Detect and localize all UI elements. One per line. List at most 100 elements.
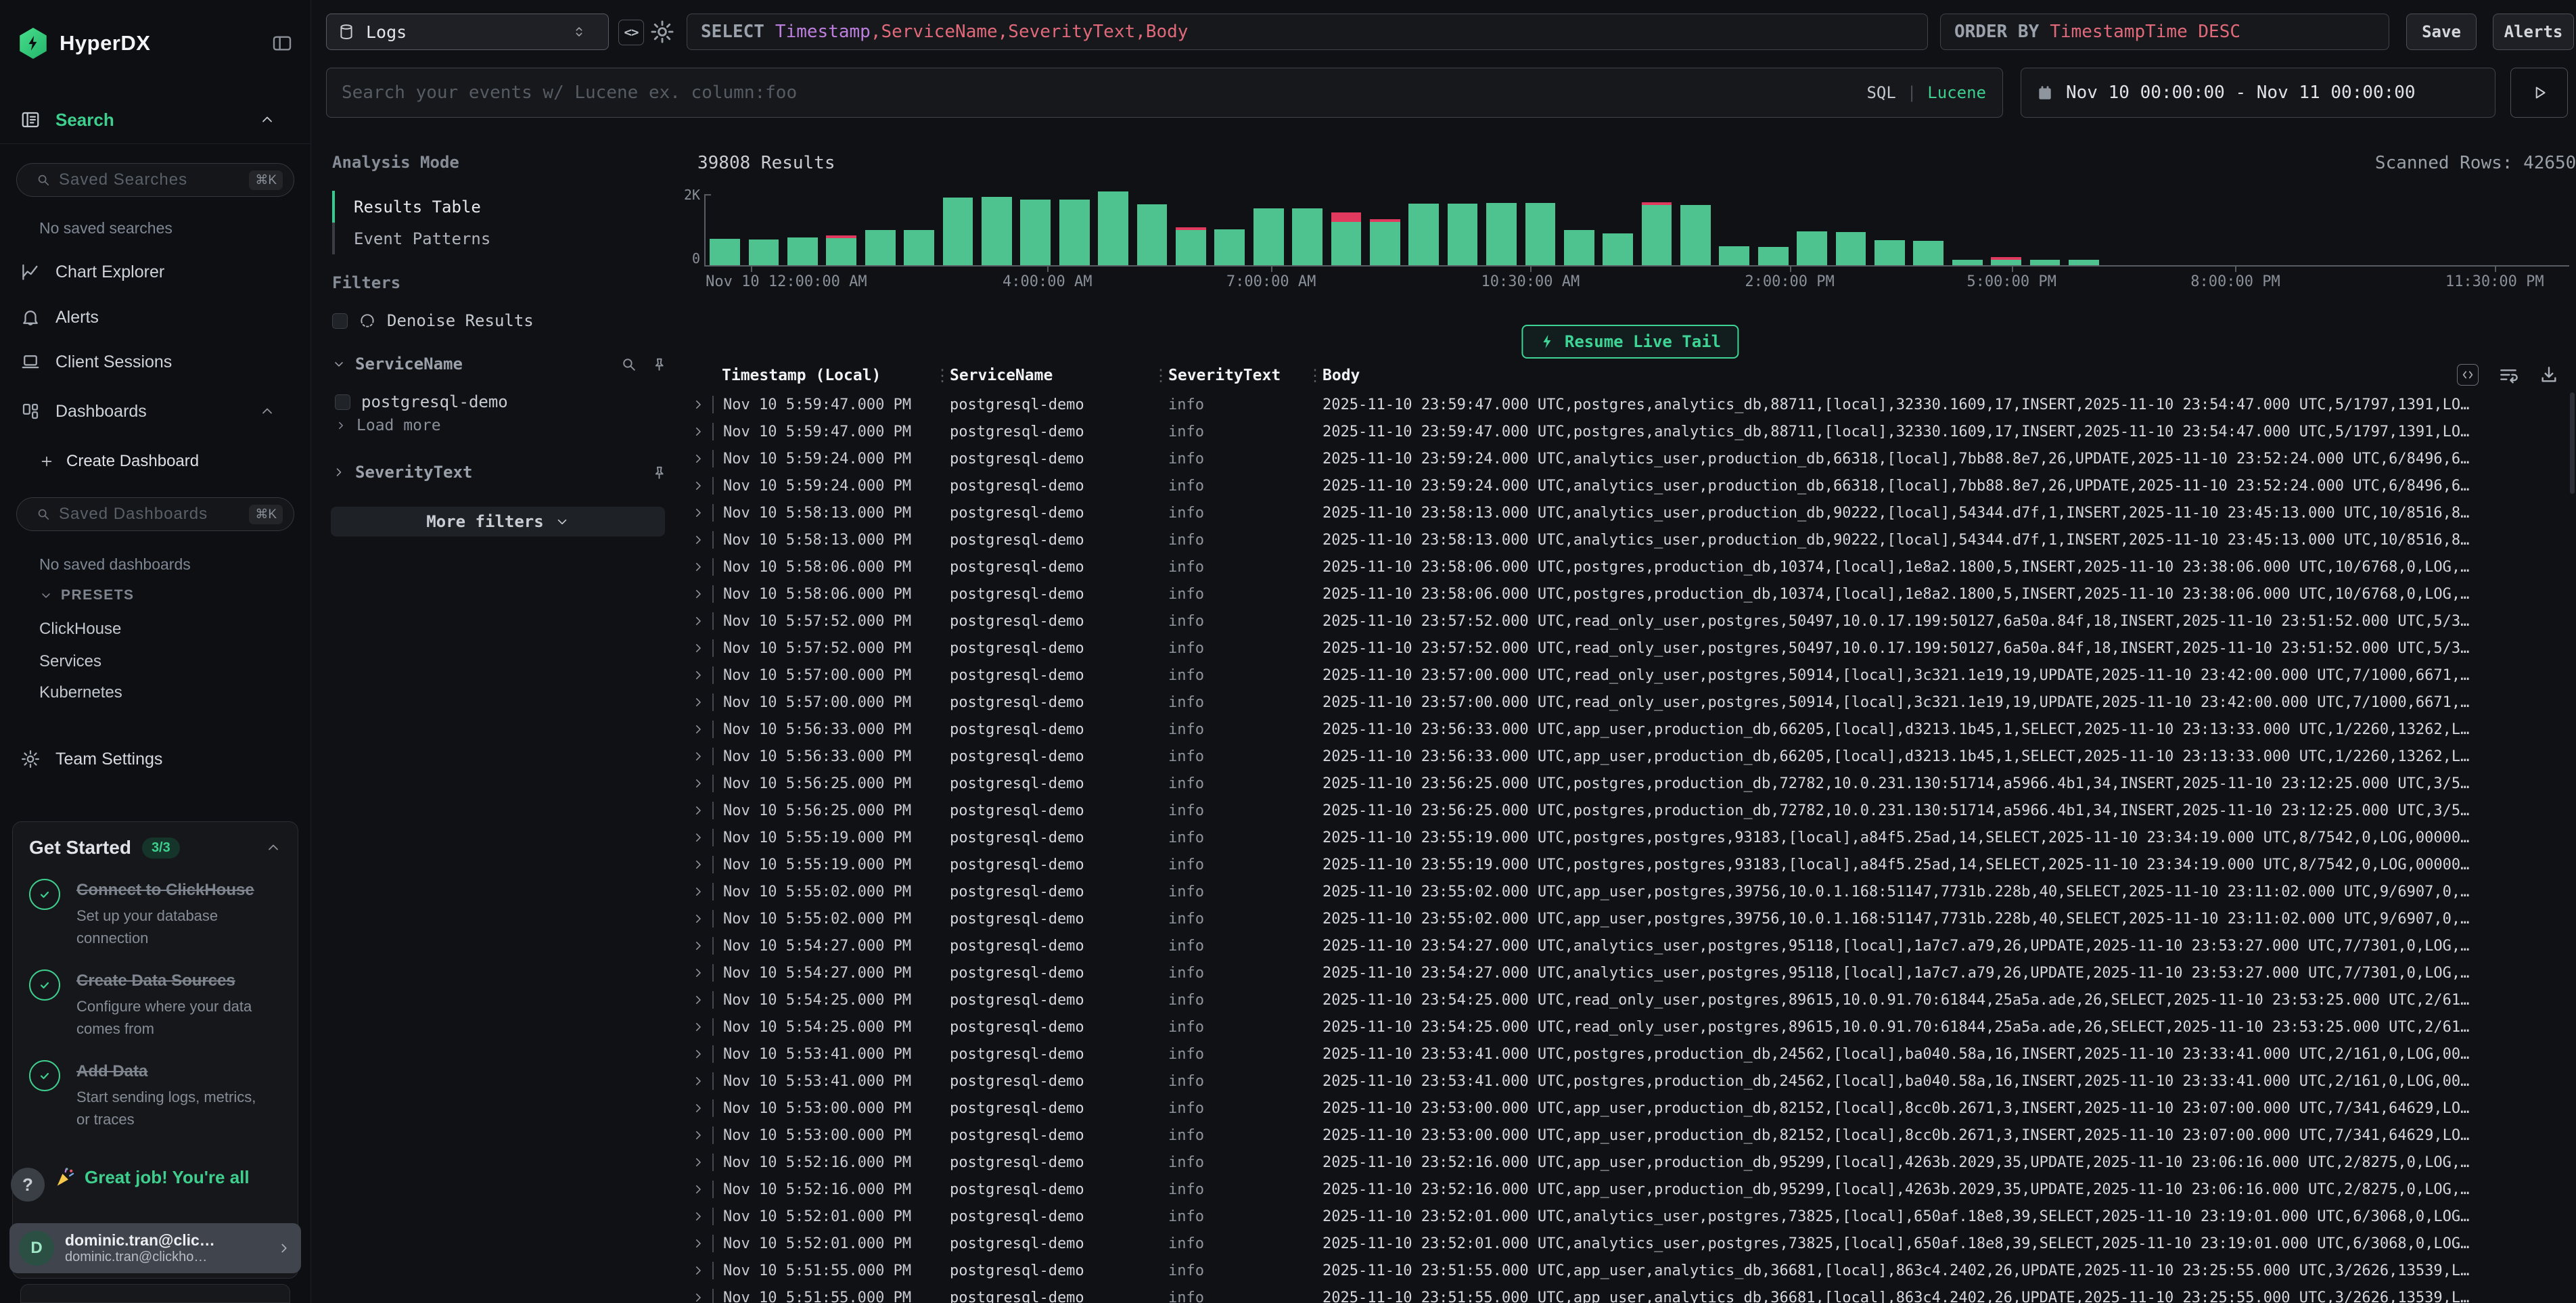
row-expand-icon[interactable] xyxy=(692,507,710,519)
histogram-bar[interactable] xyxy=(2220,176,2258,265)
filter-group-servicename[interactable]: ServiceName xyxy=(332,352,668,376)
table-row[interactable]: Nov 10 5:56:25.000 PMpostgresql-demoinfo… xyxy=(684,770,2576,797)
histogram-bar[interactable] xyxy=(706,176,744,265)
gear-icon[interactable] xyxy=(649,19,675,45)
pin-icon[interactable] xyxy=(651,356,668,373)
histogram-bar[interactable] xyxy=(1288,176,1327,265)
create-dashboard-button[interactable]: Create Dashboard xyxy=(39,452,199,471)
get-started-item[interactable]: Create Data SourcesConfigure where your … xyxy=(29,969,281,1040)
sidebar-item-team-settings[interactable]: Team Settings xyxy=(0,741,310,777)
table-row[interactable]: Nov 10 5:57:00.000 PMpostgresql-demoinfo… xyxy=(684,662,2576,689)
histogram-bar[interactable] xyxy=(1482,176,1521,265)
table-row[interactable]: Nov 10 5:54:27.000 PMpostgresql-demoinfo… xyxy=(684,959,2576,986)
table-row[interactable]: Nov 10 5:59:47.000 PMpostgresql-demoinfo… xyxy=(684,418,2576,445)
histogram-bar[interactable] xyxy=(978,176,1016,265)
search-input[interactable]: Search your events w/ Lucene ex. column:… xyxy=(326,68,2003,118)
row-expand-icon[interactable] xyxy=(692,886,710,898)
preset-clickhouse[interactable]: ClickHouse xyxy=(39,620,121,639)
row-expand-icon[interactable] xyxy=(692,1021,710,1033)
column-resize-handle[interactable]: ⋮ xyxy=(1307,366,1322,385)
table-row[interactable]: Nov 10 5:57:52.000 PMpostgresql-demoinfo… xyxy=(684,635,2576,662)
run-query-button[interactable] xyxy=(2510,68,2568,118)
table-row[interactable]: Nov 10 5:58:06.000 PMpostgresql-demoinfo… xyxy=(684,580,2576,608)
get-started-item[interactable]: Add DataStart sending logs, metrics, or … xyxy=(29,1060,281,1130)
row-expand-icon[interactable] xyxy=(692,1075,710,1087)
row-expand-icon[interactable] xyxy=(692,642,710,654)
more-filters-button[interactable]: More filters xyxy=(331,507,665,536)
row-expand-icon[interactable] xyxy=(692,1291,710,1303)
download-icon[interactable] xyxy=(2538,364,2560,386)
histogram-bar[interactable] xyxy=(1637,176,1676,265)
user-menu[interactable]: D dominic.tran@clic… dominic.tran@clickh… xyxy=(9,1223,301,1273)
histogram-bar[interactable] xyxy=(1676,176,1715,265)
histogram-bar[interactable] xyxy=(2414,176,2452,265)
table-row[interactable]: Nov 10 5:55:02.000 PMpostgresql-demoinfo… xyxy=(684,878,2576,905)
histogram-bar[interactable] xyxy=(2491,176,2530,265)
histogram-bar[interactable] xyxy=(2375,176,2414,265)
load-more-button[interactable]: Load more xyxy=(335,417,441,434)
order-by-input[interactable]: ORDER BY TimestampTime DESC xyxy=(1940,14,2389,50)
table-row[interactable]: Nov 10 5:52:16.000 PMpostgresql-demoinfo… xyxy=(684,1149,2576,1176)
table-row[interactable]: Nov 10 5:57:52.000 PMpostgresql-demoinfo… xyxy=(684,608,2576,635)
table-row[interactable]: Nov 10 5:56:25.000 PMpostgresql-demoinfo… xyxy=(684,797,2576,824)
row-expand-icon[interactable] xyxy=(692,1129,710,1141)
row-expand-icon[interactable] xyxy=(692,426,710,438)
table-row[interactable]: Nov 10 5:55:19.000 PMpostgresql-demoinfo… xyxy=(684,851,2576,878)
histogram-bar[interactable] xyxy=(1366,176,1404,265)
column-header-body[interactable]: Body xyxy=(1322,367,1360,384)
filter-group-severitytext[interactable]: SeverityText xyxy=(332,460,668,484)
table-row[interactable]: Nov 10 5:56:33.000 PMpostgresql-demoinfo… xyxy=(684,716,2576,743)
column-header-severitytext[interactable]: SeverityText xyxy=(1168,367,1307,384)
search-icon[interactable] xyxy=(620,356,637,373)
column-header-timestamp[interactable]: Timestamp (Local) xyxy=(722,367,934,384)
denoise-checkbox[interactable] xyxy=(332,313,348,329)
histogram-bar[interactable] xyxy=(2142,176,2180,265)
table-row[interactable]: Nov 10 5:53:41.000 PMpostgresql-demoinfo… xyxy=(684,1041,2576,1068)
alerts-button[interactable]: Alerts xyxy=(2493,14,2574,50)
row-expand-icon[interactable] xyxy=(692,750,710,762)
table-row[interactable]: Nov 10 5:53:00.000 PMpostgresql-demoinfo… xyxy=(684,1122,2576,1149)
histogram-plot[interactable]: Nov 10 12:00:00 AM4:00:00 AM7:00:00 AM10… xyxy=(704,176,2569,267)
row-expand-icon[interactable] xyxy=(692,534,710,546)
save-button[interactable]: Save xyxy=(2406,14,2477,50)
columns-code-icon[interactable] xyxy=(2457,364,2479,386)
wrap-lines-icon[interactable] xyxy=(2498,364,2519,386)
histogram-bar[interactable] xyxy=(1793,176,1831,265)
row-expand-icon[interactable] xyxy=(692,777,710,790)
row-expand-icon[interactable] xyxy=(692,696,710,708)
facet-checkbox[interactable] xyxy=(335,394,350,410)
histogram-bar[interactable] xyxy=(2025,176,2064,265)
row-expand-icon[interactable] xyxy=(692,561,710,573)
row-expand-icon[interactable] xyxy=(692,831,710,844)
histogram-bar[interactable] xyxy=(1909,176,1948,265)
row-expand-icon[interactable] xyxy=(692,669,710,681)
row-expand-icon[interactable] xyxy=(692,967,710,979)
histogram-bar[interactable] xyxy=(861,176,900,265)
row-expand-icon[interactable] xyxy=(692,1237,710,1250)
sidebar-item-chart-explorer[interactable]: Chart Explorer xyxy=(0,254,310,290)
sidebar-item-search[interactable]: Search xyxy=(0,102,310,137)
histogram-bar[interactable] xyxy=(1560,176,1598,265)
histogram-bar[interactable] xyxy=(1094,176,1132,265)
row-expand-icon[interactable] xyxy=(692,615,710,627)
table-row[interactable]: Nov 10 5:52:01.000 PMpostgresql-demoinfo… xyxy=(684,1230,2576,1257)
table-row[interactable]: Nov 10 5:58:13.000 PMpostgresql-demoinfo… xyxy=(684,499,2576,526)
row-expand-icon[interactable] xyxy=(692,480,710,492)
sidebar-collapse-icon[interactable] xyxy=(271,32,293,54)
chevron-up-icon[interactable] xyxy=(259,403,275,419)
histogram-bar[interactable] xyxy=(1948,176,1987,265)
events-histogram[interactable]: 2K 0 Nov 10 12:00:00 AM4:00:00 AM7:00:00… xyxy=(684,176,2576,291)
tab-results-table[interactable]: Results Table xyxy=(332,191,630,223)
row-expand-icon[interactable] xyxy=(692,940,710,952)
row-expand-icon[interactable] xyxy=(692,1102,710,1114)
column-header-servicename[interactable]: ServiceName xyxy=(950,367,1153,384)
histogram-bar[interactable] xyxy=(744,176,783,265)
table-row[interactable]: Nov 10 5:57:00.000 PMpostgresql-demoinfo… xyxy=(684,689,2576,716)
scrollbar-thumb[interactable] xyxy=(2570,392,2575,494)
histogram-bar[interactable] xyxy=(1172,176,1210,265)
histogram-bar[interactable] xyxy=(1443,176,1481,265)
histogram-bar[interactable] xyxy=(822,176,860,265)
histogram-bar[interactable] xyxy=(2103,176,2142,265)
table-row[interactable]: Nov 10 5:59:24.000 PMpostgresql-demoinfo… xyxy=(684,445,2576,472)
table-row[interactable]: Nov 10 5:56:33.000 PMpostgresql-demoinfo… xyxy=(684,743,2576,770)
